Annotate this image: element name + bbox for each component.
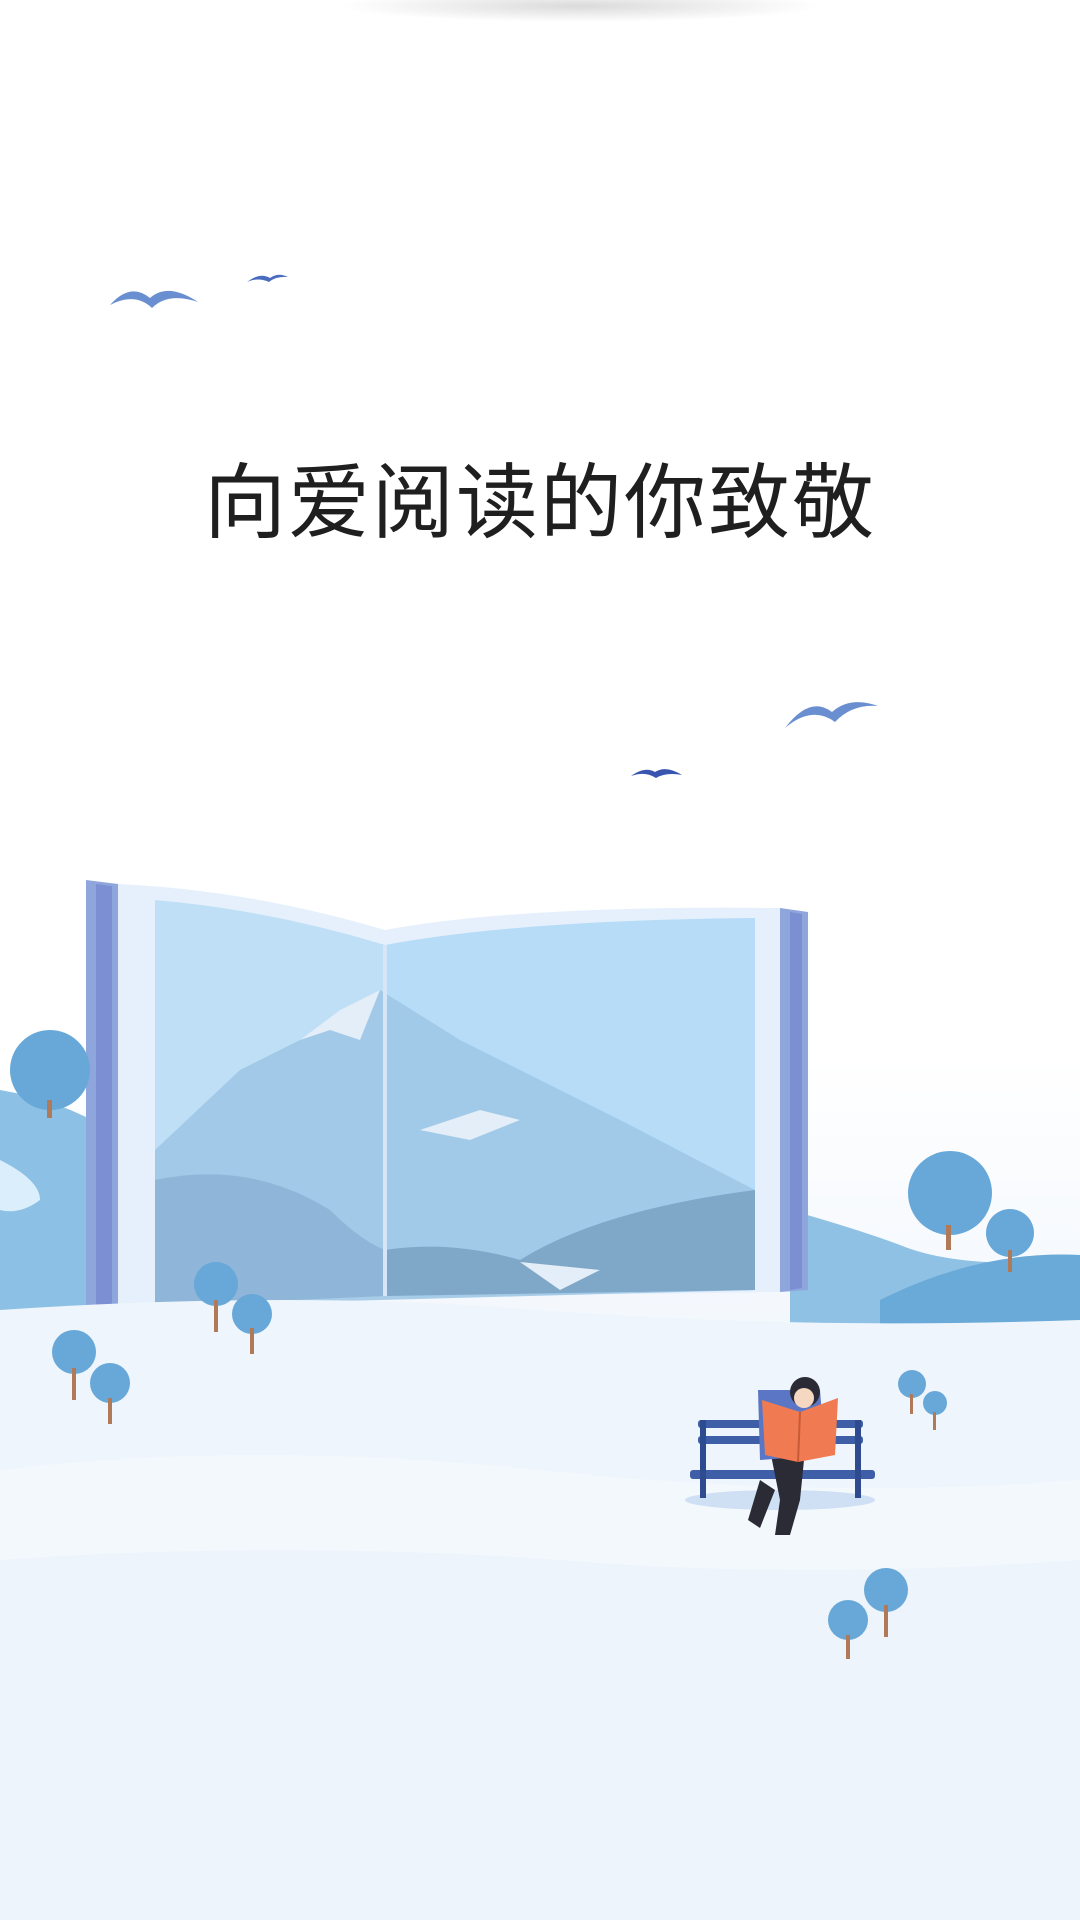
bird-icon <box>110 290 198 308</box>
splash-screen: 向爱阅读的你致敬 <box>0 0 1080 1920</box>
bird-icon <box>631 769 682 778</box>
tree-icon <box>908 1151 992 1250</box>
bird-icon <box>247 274 288 282</box>
reading-illustration <box>0 274 1080 1920</box>
open-book <box>86 880 808 1320</box>
bird-icon <box>785 702 878 728</box>
